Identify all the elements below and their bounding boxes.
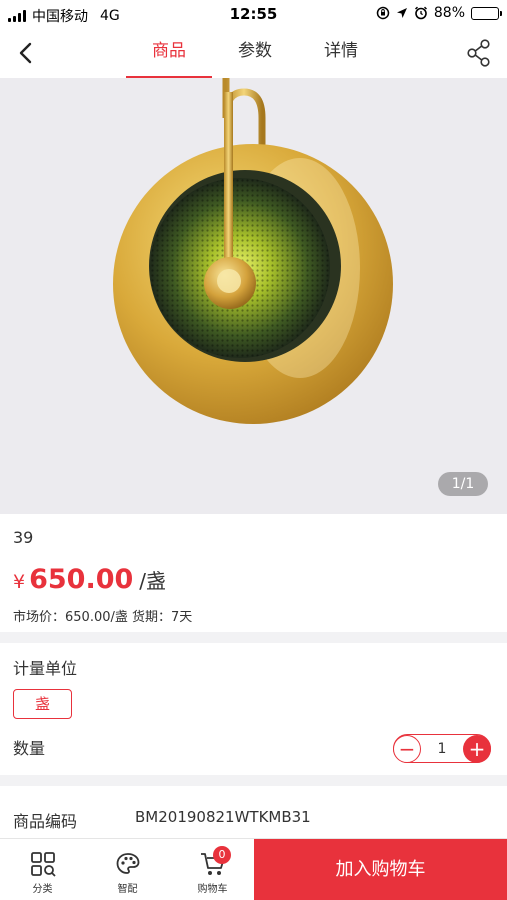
battery-percent: 88% <box>433 5 465 21</box>
quantity-value[interactable]: 1 <box>438 741 447 757</box>
unit-option-chip[interactable]: 盏 <box>13 689 72 719</box>
product-gallery[interactable]: 1/1 <box>0 78 507 514</box>
spec-section: 计量单位 盏 数量 − 1 + <box>0 643 507 775</box>
product-info: 39 ¥ 650.00 /盏 市场价：650.00/盏 货期：7天 <box>0 514 507 632</box>
smart-match-button[interactable]: 智配 <box>85 839 170 900</box>
unit-label: 计量单位 <box>13 659 78 678</box>
section-divider <box>0 775 507 786</box>
tab-params[interactable]: 参数 <box>212 28 298 78</box>
status-bar: 中国移动 4G 12:55 88% <box>0 0 507 28</box>
category-grid-icon <box>30 852 56 877</box>
smart-match-label: 智配 <box>117 884 138 895</box>
top-nav: 商品 参数 详情 <box>0 28 507 78</box>
product-code-row: 商品编码 BM20190821WTKMB31 <box>0 786 507 840</box>
product-name: 39 <box>13 528 34 547</box>
location-icon <box>396 8 407 18</box>
product-detail-page: 中国移动 4G 12:55 88% 商品 参数 详情 1/1 39 ¥ 650.… <box>0 0 507 900</box>
market-price-delivery: 市场价：650.00/盏 货期：7天 <box>13 610 193 625</box>
product-code-value: BM20190821WTKMB31 <box>135 808 311 826</box>
cart-label: 购物车 <box>197 884 228 895</box>
image-pager: 1/1 <box>438 472 488 496</box>
back-arrow-icon[interactable] <box>14 40 38 66</box>
price-row: ¥ 650.00 /盏 <box>13 564 166 595</box>
bottom-action-bar: 分类 智配 购物车 0 加入购物车 <box>0 838 507 900</box>
currency-symbol: ¥ <box>13 571 26 593</box>
alarm-icon <box>414 6 427 20</box>
tab-bar: 商品 参数 详情 <box>126 28 384 78</box>
cart-button[interactable]: 购物车 <box>170 839 255 900</box>
section-divider <box>0 632 507 643</box>
decrease-button[interactable]: − <box>393 734 421 763</box>
tab-product[interactable]: 商品 <box>126 28 212 78</box>
battery-icon <box>471 6 502 20</box>
tab-details[interactable]: 详情 <box>298 28 384 78</box>
increase-button[interactable]: + <box>462 734 491 763</box>
product-image <box>113 78 393 424</box>
palette-icon <box>116 853 139 874</box>
cart-count-badge: 0 <box>213 846 231 864</box>
price-value: 650.00 <box>29 564 134 595</box>
price-unit: /盏 <box>139 569 167 593</box>
product-code-label: 商品编码 <box>13 812 78 831</box>
add-to-cart-button[interactable]: 加入购物车 <box>254 839 507 900</box>
quantity-label: 数量 <box>13 739 46 758</box>
quantity-stepper: − 1 + <box>393 734 491 763</box>
category-label: 分类 <box>32 884 53 895</box>
share-icon[interactable] <box>465 38 493 68</box>
rotation-lock-icon <box>376 6 390 20</box>
category-button[interactable]: 分类 <box>0 839 85 900</box>
status-right: 88% <box>376 5 502 21</box>
